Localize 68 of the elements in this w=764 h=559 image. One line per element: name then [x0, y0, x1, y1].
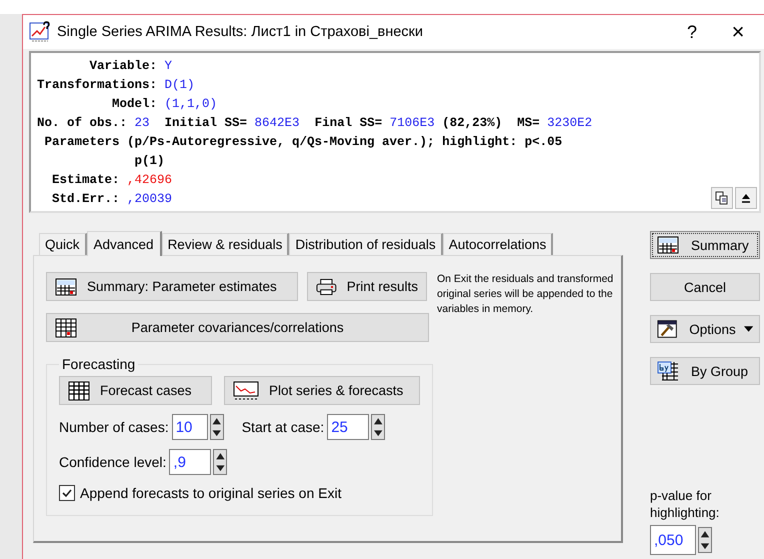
- confidence-level-field[interactable]: ,9: [169, 449, 212, 475]
- tab[interactable]: Autocorrelations: [442, 233, 554, 255]
- field-label: Number of cases:: [59, 419, 169, 435]
- table-icon: [657, 236, 679, 254]
- summary-button[interactable]: Summary: [650, 231, 760, 259]
- p-value-label: p-value for highlighting:: [650, 487, 720, 521]
- spin-arrows-icon[interactable]: [371, 414, 386, 440]
- field-label: Start at case:: [242, 419, 324, 435]
- tab[interactable]: Distribution of residuals: [289, 233, 443, 255]
- hammer-icon: [657, 319, 678, 339]
- output-text: 8642E3: [254, 115, 300, 132]
- number-of-cases-field[interactable]: 10: [172, 414, 208, 440]
- append-checkbox[interactable]: [59, 485, 75, 501]
- forecast-cases-button[interactable]: Forecast cases: [59, 376, 212, 405]
- help-button[interactable]: ?: [669, 22, 715, 42]
- printer-icon: [316, 278, 337, 296]
- collapse-button[interactable]: [735, 187, 757, 209]
- output-text: D(1): [164, 77, 195, 94]
- output-text: 3230E2: [547, 115, 592, 132]
- start-at-case-field[interactable]: 25: [327, 414, 370, 440]
- copy-icon: [715, 191, 729, 205]
- output-text: Model:: [111, 96, 158, 113]
- tab[interactable]: Review & residuals: [162, 233, 290, 255]
- covariances-button[interactable]: Parameter covariances/correlations: [46, 313, 429, 342]
- spin-arrows-icon[interactable]: [213, 449, 228, 475]
- chart-icon: [29, 21, 51, 43]
- output-text: No. of obs.:: [37, 115, 128, 132]
- checkbox-label: Append forecasts to original series on Exit: [80, 485, 342, 501]
- cancel-button[interactable]: Cancel: [650, 273, 760, 301]
- line-chart-icon: [233, 380, 259, 400]
- options-button[interactable]: Options: [650, 315, 760, 343]
- output-text: Transformations:: [37, 77, 158, 94]
- output-text: Initial SS=: [164, 115, 248, 132]
- output-text: MS=: [517, 115, 540, 132]
- output-text: 23: [134, 115, 150, 132]
- grid-icon: [55, 318, 77, 338]
- output-text: Std.Err.:: [50, 191, 120, 208]
- output-text: ,42696: [127, 172, 172, 189]
- table-icon: [55, 278, 77, 296]
- window-title: Single Series ARIMA Results: Лист1 in Страхові_внески: [57, 24, 424, 40]
- spin-arrows-icon[interactable]: [210, 414, 224, 440]
- output-text: Variable:: [88, 58, 158, 75]
- field-label: Confidence level:: [59, 454, 166, 470]
- check-icon: [61, 487, 73, 499]
- close-button[interactable]: ×: [715, 19, 761, 45]
- plot-forecasts-button[interactable]: Plot series & forecasts: [224, 376, 420, 405]
- grouped-grid-icon: [657, 361, 679, 381]
- tab[interactable]: Quick: [39, 233, 87, 255]
- grid-icon: [68, 380, 90, 400]
- p-value-field[interactable]: ,050: [650, 525, 696, 555]
- print-results-button[interactable]: Print results: [307, 272, 427, 301]
- spin-arrows-icon[interactable]: [698, 527, 712, 553]
- exit-note: On Exit the residuals and transformed original series will be appended to the variables in memory.: [437, 272, 614, 317]
- copy-button[interactable]: [711, 187, 733, 209]
- output-text: Final SS=: [314, 115, 382, 132]
- output-text: Y: [164, 58, 172, 75]
- output-text: Estimate:: [50, 172, 120, 189]
- summary-estimates-button[interactable]: Summary: Parameter estimates: [46, 272, 298, 301]
- output-text: 7106E3: [390, 115, 435, 132]
- by-group-button[interactable]: By Group: [650, 357, 760, 385]
- output-text: (1,1,0): [164, 96, 218, 113]
- caret-icon: [744, 326, 753, 332]
- output-text: (82,23%): [442, 115, 502, 132]
- output-text: ,20039: [127, 191, 172, 208]
- output-text: Parameters (p/Ps-Autoregressive, q/Qs-Moving aver.); highlight: p<.05: [44, 134, 562, 151]
- output-text: p(1): [134, 153, 165, 170]
- tab[interactable]: Advanced: [86, 231, 162, 256]
- group-title: Forecasting: [61, 356, 136, 372]
